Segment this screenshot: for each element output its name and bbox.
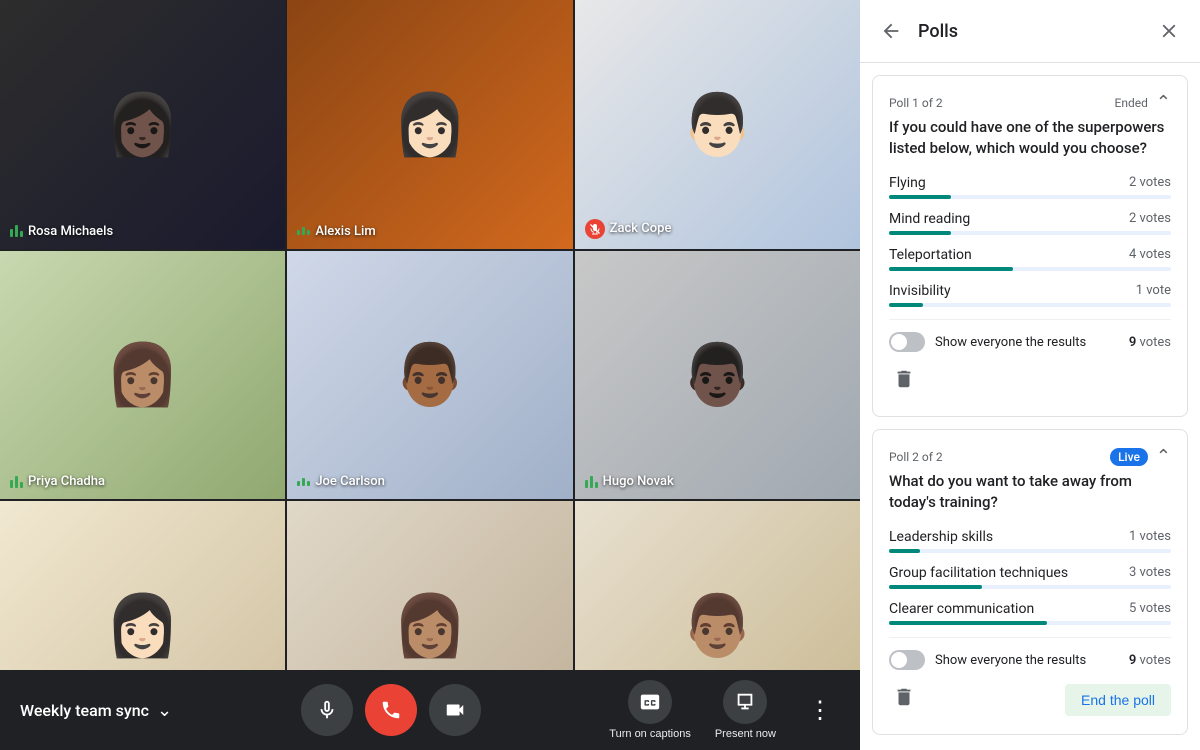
show-results-label-1: Show everyone the results bbox=[935, 335, 1086, 350]
poll-1-footer: Show everyone the results 9 votes bbox=[889, 319, 1171, 352]
speaking-indicator-1 bbox=[10, 225, 23, 237]
poll-1-status: Ended bbox=[1115, 96, 1148, 110]
poll-2-option-2-name: Group facilitation techniques bbox=[889, 565, 1068, 581]
poll-card-1: Poll 1 of 2 Ended ⌃ If you could have on… bbox=[872, 75, 1188, 417]
poll-2-number: Poll 2 of 2 bbox=[889, 450, 943, 464]
poll-1-option-1-votes: 2 votes bbox=[1129, 175, 1171, 191]
captions-icon bbox=[628, 680, 672, 724]
bottom-bar: Weekly team sync ⌄ Turn on captions bbox=[0, 670, 860, 750]
poll-1-option-4-votes: 1 vote bbox=[1136, 283, 1171, 299]
poll-2-status: Live bbox=[1110, 448, 1148, 466]
show-results-toggle-1: Show everyone the results bbox=[889, 332, 1086, 352]
participant-name-2: Alexis Lim bbox=[297, 224, 375, 239]
poll-1-option-1: Flying 2 votes bbox=[889, 175, 1171, 199]
poll-1-actions bbox=[889, 364, 1171, 400]
participant-name-4: Priya Chadha bbox=[10, 474, 105, 489]
back-button[interactable] bbox=[876, 16, 906, 46]
speaking-indicator-5 bbox=[297, 478, 310, 486]
speaking-indicator-4 bbox=[10, 476, 23, 488]
poll-2-footer: Show everyone the results 9 votes bbox=[889, 637, 1171, 670]
captions-label: Turn on captions bbox=[609, 728, 691, 740]
speaking-indicator-6 bbox=[585, 476, 598, 488]
poll-1-option-2-votes: 2 votes bbox=[1129, 211, 1171, 227]
show-results-switch-2[interactable] bbox=[889, 650, 925, 670]
poll-1-option-1-name: Flying bbox=[889, 175, 926, 191]
poll-2-option-1-votes: 1 votes bbox=[1129, 529, 1171, 545]
poll-1-option-3-name: Teleportation bbox=[889, 247, 972, 263]
poll-2-option-2-votes: 3 votes bbox=[1129, 565, 1171, 581]
microphone-button[interactable] bbox=[301, 684, 353, 736]
end-call-button[interactable] bbox=[365, 684, 417, 736]
video-tile-1: 👩🏿 Rosa Michaels bbox=[0, 0, 285, 249]
meeting-title-area: Weekly team sync ⌄ bbox=[20, 700, 172, 721]
poll-1-option-3-votes: 4 votes bbox=[1129, 247, 1171, 263]
camera-button[interactable] bbox=[429, 684, 481, 736]
poll-1-delete-button[interactable] bbox=[889, 364, 919, 400]
present-label: Present now bbox=[715, 728, 776, 740]
polls-content: Poll 1 of 2 Ended ⌃ If you could have on… bbox=[860, 63, 1200, 750]
poll-1-option-2: Mind reading 2 votes bbox=[889, 211, 1171, 235]
muted-indicator-3 bbox=[585, 219, 605, 239]
polls-header: Polls bbox=[860, 0, 1200, 63]
video-tile-5: 👨🏾 Joe Carlson bbox=[287, 251, 572, 500]
show-results-switch-1[interactable] bbox=[889, 332, 925, 352]
video-tile-4: 👩🏽 Priya Chadha bbox=[0, 251, 285, 500]
present-button[interactable]: Present now bbox=[715, 680, 776, 740]
video-tile-3: 👨🏻 Zack Cope bbox=[575, 0, 860, 249]
poll-2-option-1: Leadership skills 1 votes bbox=[889, 529, 1171, 553]
poll-1-total: 9 votes bbox=[1129, 335, 1171, 350]
poll-2-option-3: Clearer communication 5 votes bbox=[889, 601, 1171, 625]
poll-2-actions: End the poll bbox=[889, 682, 1171, 718]
poll-2-delete-button[interactable] bbox=[889, 682, 919, 718]
captions-button[interactable]: Turn on captions bbox=[609, 680, 691, 740]
polls-panel: Polls Poll 1 of 2 Ended ⌃ If you could h… bbox=[860, 0, 1200, 750]
poll-1-option-4-name: Invisibility bbox=[889, 283, 951, 299]
close-polls-button[interactable] bbox=[1154, 16, 1184, 46]
poll-2-question: What do you want to take away from today… bbox=[889, 471, 1171, 513]
poll-card-2: Poll 2 of 2 Live ⌃ What do you want to t… bbox=[872, 429, 1188, 735]
participant-name-6: Hugo Novak bbox=[585, 474, 674, 489]
poll-2-option-2: Group facilitation techniques 3 votes bbox=[889, 565, 1171, 589]
participant-name-5: Joe Carlson bbox=[297, 474, 385, 489]
show-results-label-2: Show everyone the results bbox=[935, 653, 1086, 668]
expand-icon[interactable]: ⌄ bbox=[157, 700, 172, 721]
poll-1-option-2-name: Mind reading bbox=[889, 211, 970, 227]
more-options-button[interactable]: ⋮ bbox=[800, 688, 840, 733]
poll-2-option-1-name: Leadership skills bbox=[889, 529, 993, 545]
end-poll-button[interactable]: End the poll bbox=[1065, 684, 1171, 716]
poll-2-collapse-button[interactable]: ⌃ bbox=[1156, 446, 1171, 467]
meeting-title-text: Weekly team sync bbox=[20, 701, 149, 720]
poll-1-number: Poll 1 of 2 bbox=[889, 96, 943, 110]
poll-1-top: Poll 1 of 2 Ended ⌃ bbox=[889, 92, 1171, 113]
present-icon bbox=[723, 680, 767, 724]
controls-center bbox=[301, 684, 481, 736]
poll-2-option-3-name: Clearer communication bbox=[889, 601, 1034, 617]
poll-1-collapse-button[interactable]: ⌃ bbox=[1156, 92, 1171, 113]
poll-1-option-3: Teleportation 4 votes bbox=[889, 247, 1171, 271]
video-tile-6: 👨🏿 Hugo Novak bbox=[575, 251, 860, 500]
polls-title: Polls bbox=[918, 21, 1142, 42]
speaking-indicator-2 bbox=[297, 227, 310, 235]
poll-2-total: 9 votes bbox=[1129, 653, 1171, 668]
participant-name-3: Zack Cope bbox=[585, 219, 672, 239]
poll-2-option-3-votes: 5 votes bbox=[1129, 601, 1171, 617]
controls-right: Turn on captions Present now ⋮ bbox=[609, 680, 840, 740]
video-tile-2: 👩🏻 Alexis Lim bbox=[287, 0, 572, 249]
poll-2-top: Poll 2 of 2 Live ⌃ bbox=[889, 446, 1171, 467]
participant-name-1: Rosa Michaels bbox=[10, 224, 113, 239]
poll-1-header-right: Ended ⌃ bbox=[1115, 92, 1171, 113]
poll-2-header-right: Live ⌃ bbox=[1110, 446, 1171, 467]
show-results-toggle-2: Show everyone the results bbox=[889, 650, 1086, 670]
poll-1-option-4: Invisibility 1 vote bbox=[889, 283, 1171, 307]
poll-1-question: If you could have one of the superpowers… bbox=[889, 117, 1171, 159]
